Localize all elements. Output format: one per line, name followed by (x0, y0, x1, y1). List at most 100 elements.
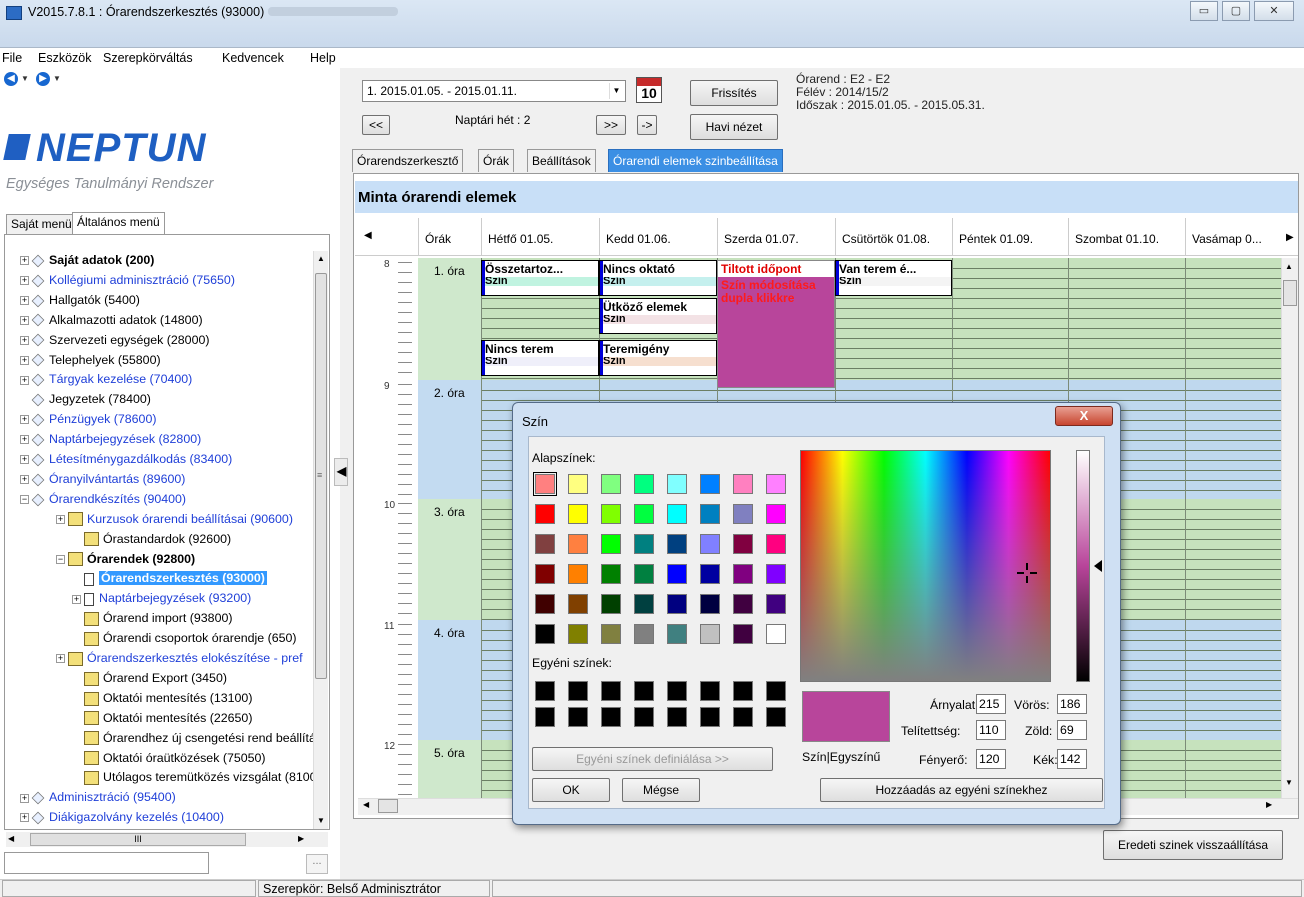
basic-color-swatch[interactable] (533, 472, 557, 496)
basic-color-swatch[interactable] (667, 504, 687, 524)
expand-icon[interactable]: + (20, 335, 29, 345)
scroll-left-icon[interactable]: ◀ (8, 834, 14, 843)
tree-item[interactable]: + Szervezeti egységek (28000) (20, 332, 209, 348)
calendar-icon[interactable]: 10 (636, 77, 662, 103)
basic-color-swatch[interactable] (700, 594, 720, 614)
color-spectrum[interactable] (800, 450, 1051, 682)
collapse-icon[interactable]: − (56, 554, 65, 564)
timetable-item[interactable]: Ütköző elemek Szín (599, 298, 717, 334)
basic-color-swatch[interactable] (733, 624, 753, 644)
expand-icon[interactable]: + (56, 654, 65, 664)
basic-color-swatch[interactable] (766, 624, 786, 644)
grid-scroll-down-icon[interactable]: ▼ (1285, 778, 1293, 787)
hue-input[interactable]: 215 (976, 694, 1006, 714)
basic-color-swatch[interactable] (568, 474, 588, 494)
basic-color-swatch[interactable] (667, 474, 687, 494)
basic-color-swatch[interactable] (700, 534, 720, 554)
tree-item[interactable]: Utólagos teremütközés vizsgálat (8100 (72, 769, 317, 786)
expand-icon[interactable]: + (20, 375, 29, 385)
basic-color-swatch[interactable] (733, 564, 753, 584)
custom-color-swatch[interactable] (634, 681, 654, 701)
tree-item[interactable]: + Tárgyak kezelése (70400) (20, 371, 192, 387)
menu-tools[interactable]: Eszközök (38, 51, 92, 65)
tree-item[interactable]: Oktatói óraütközések (75050) (72, 750, 266, 766)
monthly-view-button[interactable]: Havi nézet (690, 114, 778, 140)
timetable-item[interactable]: Van terem é... Szín (835, 260, 952, 296)
basic-color-swatch[interactable] (535, 534, 555, 554)
menu-favorites[interactable]: Kedvencek (222, 51, 284, 65)
custom-color-swatch[interactable] (667, 681, 687, 701)
tree-item[interactable]: + Pénzügyek (78600) (20, 411, 156, 427)
cancel-button[interactable]: Mégse (622, 778, 700, 802)
maximize-button[interactable]: ▢ (1222, 1, 1250, 21)
tree-item[interactable]: + Órarendszerkesztés elokészítése - pref (56, 650, 303, 666)
tree-item[interactable]: + Létesítménygazdálkodás (83400) (20, 451, 232, 467)
chevron-down-icon[interactable]: ▼ (609, 83, 623, 99)
green-input[interactable]: 69 (1057, 720, 1087, 740)
basic-color-swatch[interactable] (700, 624, 720, 644)
timetable-item[interactable]: Tiltott időpont Szín módosítása dupla kli… (717, 260, 835, 388)
basic-color-swatch[interactable] (568, 564, 588, 584)
basic-color-swatch[interactable] (601, 474, 621, 494)
basic-color-swatch[interactable] (601, 624, 621, 644)
grid-scroll-left-icon[interactable]: ◀ (364, 230, 372, 241)
basic-color-swatch[interactable] (766, 474, 786, 494)
back-arrow-icon[interactable]: ◀ (4, 72, 18, 86)
custom-color-swatch[interactable] (601, 681, 621, 701)
basic-color-swatch[interactable] (733, 474, 753, 494)
tree-item[interactable]: + Naptárbejegyzések (93200) (72, 590, 251, 606)
grid-vertical-scrollbar[interactable] (1281, 258, 1298, 798)
basic-color-swatch[interactable] (535, 594, 555, 614)
red-input[interactable]: 186 (1057, 694, 1087, 714)
expand-icon[interactable]: + (20, 355, 29, 365)
tree-item[interactable]: + Telephelyek (55800) (20, 352, 161, 368)
back-dropdown-icon[interactable]: ▼ (21, 74, 29, 83)
tree-item[interactable]: Oktatói mentesítés (22650) (72, 710, 252, 726)
scroll-down-icon[interactable]: ▼ (317, 816, 325, 825)
grid-scroll-up-icon[interactable]: ▲ (1285, 262, 1293, 271)
prev-week-button[interactable]: << (362, 115, 390, 135)
luminance-arrow-icon[interactable] (1094, 560, 1102, 572)
saturation-input[interactable]: 110 (976, 720, 1006, 740)
menu-file[interactable]: File (2, 51, 22, 65)
basic-color-swatch[interactable] (733, 534, 753, 554)
basic-color-swatch[interactable] (601, 504, 621, 524)
basic-color-swatch[interactable] (535, 564, 555, 584)
grid-hscroll-left-icon[interactable]: ◀ (363, 800, 369, 809)
tree-item[interactable]: + Kollégiumi adminisztráció (75650) (20, 272, 235, 288)
expand-icon[interactable]: + (72, 594, 81, 604)
expand-icon[interactable]: + (20, 276, 29, 286)
tab-color-settings[interactable]: Órarendi elemek szinbeállítása (608, 149, 783, 172)
next-week-button[interactable]: >> (596, 115, 626, 135)
custom-color-swatch[interactable] (733, 681, 753, 701)
tab-settings[interactable]: Beállítások (527, 149, 596, 172)
basic-color-swatch[interactable] (667, 564, 687, 584)
menu-role-switch[interactable]: Szerepkörváltás (103, 51, 193, 65)
basic-color-swatch[interactable] (634, 624, 654, 644)
tab-editor[interactable]: Órarendszerkesztő (352, 149, 464, 172)
dialog-close-button[interactable]: X (1055, 406, 1113, 426)
minimize-button[interactable]: ▭ (1190, 1, 1218, 21)
basic-color-swatch[interactable] (601, 564, 621, 584)
basic-color-swatch[interactable] (634, 504, 654, 524)
custom-color-swatch[interactable] (766, 707, 786, 727)
custom-color-swatch[interactable] (601, 707, 621, 727)
timetable-item[interactable]: Nincs oktató Szín (599, 260, 717, 296)
collapse-icon[interactable]: − (20, 495, 29, 505)
forward-dropdown-icon[interactable]: ▼ (53, 74, 61, 83)
custom-color-swatch[interactable] (667, 707, 687, 727)
ok-button[interactable]: OK (532, 778, 610, 802)
basic-color-swatch[interactable] (535, 624, 555, 644)
tree-item[interactable]: Órarendi csoportok órarendje (650) (72, 630, 297, 646)
tree-item[interactable]: + Diákigazolvány kezelés (10400) (20, 809, 224, 825)
custom-color-swatch[interactable] (568, 707, 588, 727)
window-close-button[interactable]: ✕ (1254, 1, 1294, 21)
goto-button[interactable]: -> (637, 115, 657, 135)
basic-color-swatch[interactable] (700, 504, 720, 524)
basic-color-swatch[interactable] (667, 594, 687, 614)
custom-color-swatch[interactable] (766, 681, 786, 701)
scroll-right-icon[interactable]: ▶ (298, 834, 304, 843)
custom-color-swatch[interactable] (568, 681, 588, 701)
expand-icon[interactable]: + (56, 514, 65, 524)
scroll-up-icon[interactable]: ▲ (317, 254, 325, 263)
